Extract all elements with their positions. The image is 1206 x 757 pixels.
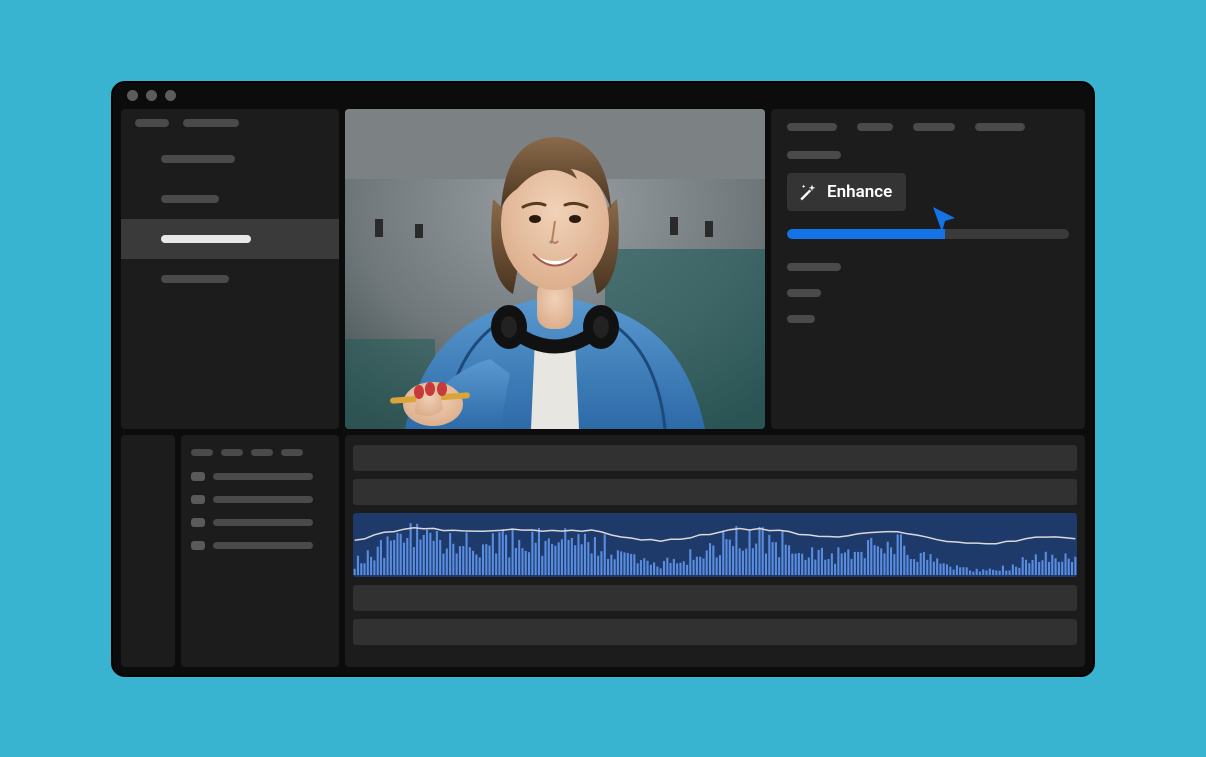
video-track[interactable] [353, 479, 1077, 505]
bottom-row [121, 435, 1085, 667]
waveform-icon [353, 513, 1077, 577]
video-track[interactable] [353, 619, 1077, 645]
track-tab[interactable] [281, 449, 303, 456]
preview-image [345, 109, 765, 429]
property-item[interactable] [787, 263, 841, 271]
cursor-icon [931, 205, 957, 233]
timeline-panel [345, 435, 1085, 667]
track-header-row[interactable] [191, 518, 329, 527]
property-item[interactable] [787, 315, 815, 323]
track-header-tabs [191, 449, 329, 456]
effects-tab[interactable] [787, 123, 837, 131]
track-tab[interactable] [221, 449, 243, 456]
effects-tab[interactable] [857, 123, 893, 131]
effects-tab-strip [787, 123, 1069, 131]
app-window: Enhance [111, 81, 1095, 677]
window-close-dot[interactable] [127, 90, 138, 101]
enhance-slider[interactable] [787, 229, 1069, 239]
track-header-panel [181, 435, 339, 667]
section-label [787, 151, 841, 159]
property-list [787, 263, 1069, 323]
workspace: Enhance [113, 109, 1093, 675]
project-list [121, 139, 339, 299]
list-item[interactable] [121, 179, 339, 219]
magic-wand-icon [797, 182, 817, 202]
video-track[interactable] [353, 445, 1077, 471]
track-tab[interactable] [251, 449, 273, 456]
track-header-row[interactable] [191, 472, 329, 481]
effects-tab[interactable] [913, 123, 955, 131]
project-tab[interactable] [135, 119, 169, 127]
track-header-rows [191, 472, 329, 550]
project-tab-strip [121, 119, 339, 139]
track-header-row[interactable] [191, 541, 329, 550]
preview-panel [345, 109, 765, 429]
video-track[interactable] [353, 585, 1077, 611]
project-tab[interactable] [183, 119, 239, 127]
window-maximize-dot[interactable] [165, 90, 176, 101]
effects-panel: Enhance [771, 109, 1085, 429]
list-item[interactable] [121, 139, 339, 179]
track-header-row[interactable] [191, 495, 329, 504]
property-item[interactable] [787, 289, 821, 297]
top-row: Enhance [121, 109, 1085, 429]
tools-strip [121, 435, 175, 667]
titlebar [113, 83, 1093, 109]
track-tab[interactable] [191, 449, 213, 456]
window-minimize-dot[interactable] [146, 90, 157, 101]
enhance-label: Enhance [827, 182, 892, 202]
project-panel [121, 109, 339, 429]
list-item[interactable] [121, 259, 339, 299]
list-item-selected[interactable] [121, 219, 339, 259]
enhance-button[interactable]: Enhance [787, 173, 906, 211]
slider-fill [787, 229, 945, 239]
audio-track[interactable] [353, 513, 1077, 577]
effects-tab[interactable] [975, 123, 1025, 131]
